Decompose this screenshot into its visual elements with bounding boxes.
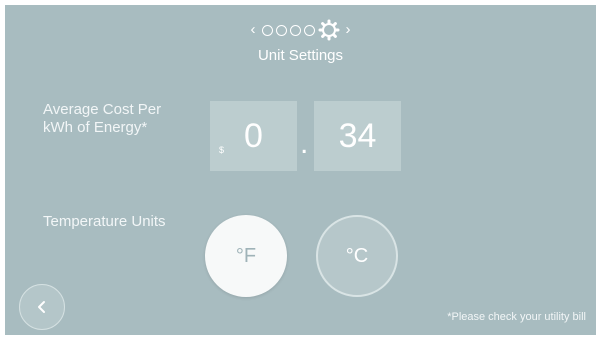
step-dot-2[interactable] [275,24,287,36]
cost-fraction-field[interactable]: 34 [314,101,401,171]
chevron-left-icon[interactable]: ‹ [248,22,259,38]
celsius-button[interactable]: °C [316,215,398,297]
energy-cost-label: Average Cost Per kWh of Energy* [43,101,161,137]
step-dot-4[interactable] [303,24,315,36]
step-dot-3[interactable] [289,24,301,36]
fahrenheit-button[interactable]: °F [205,215,287,297]
utility-bill-footnote: *Please check your utility bill [447,311,586,323]
energy-cost-label-line1: Average Cost Per [43,101,162,118]
energy-cost-label-line2: kWh of Energy* [43,119,148,136]
temperature-units-label: Temperature Units [43,213,166,230]
back-arrow-icon [38,301,45,313]
back-button[interactable] [19,284,65,330]
unit-settings-screen: ‹ › Unit Settings Average Cost Per kWh o… [5,5,596,335]
step-dot-1[interactable] [261,24,273,36]
gear-icon[interactable] [318,19,340,41]
currency-symbol: $ [219,145,225,155]
cost-whole-value: 0 [244,116,263,155]
decimal-point: . [300,127,309,160]
page-title: Unit Settings [257,47,344,64]
chevron-right-icon[interactable]: › [343,22,354,38]
cost-whole-field[interactable]: $ 0 [210,101,297,171]
step-pager: ‹ › [5,19,596,41]
cost-fraction-value: 34 [338,116,377,155]
